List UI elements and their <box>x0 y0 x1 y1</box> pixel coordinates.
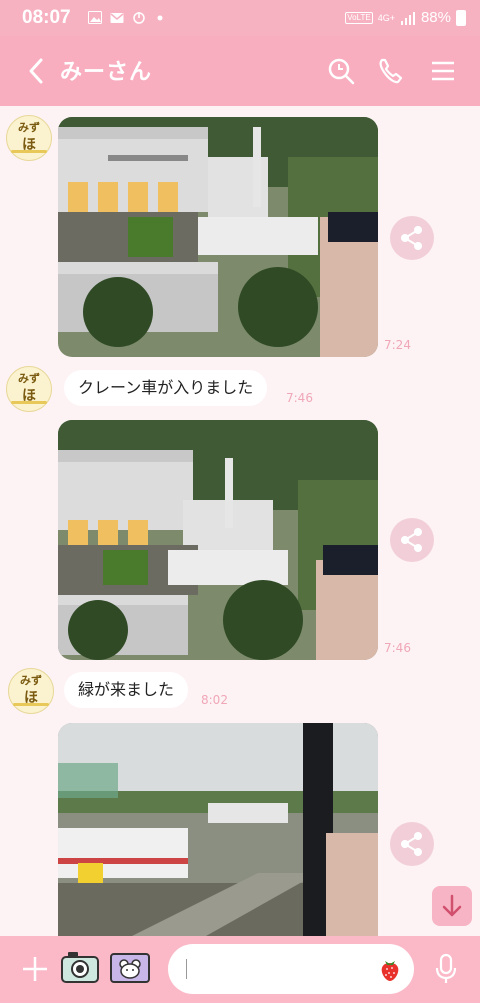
camera-icon[interactable] <box>60 950 100 984</box>
message-input-box[interactable] <box>168 944 414 994</box>
power-icon <box>133 12 145 24</box>
gallery-icon <box>88 11 102 24</box>
share-button[interactable] <box>390 518 434 562</box>
menu-icon[interactable] <box>428 56 458 86</box>
share-button[interactable] <box>390 216 434 260</box>
chat-area[interactable]: みず ほ 7:24 みず ほ クレーン車が入りました 7:46 7:46 みず … <box>0 106 480 936</box>
chat-title[interactable]: みーさん <box>60 54 152 86</box>
sticker-icon[interactable] <box>110 953 150 983</box>
volte-badge: VoLTE <box>345 11 373 24</box>
mail-icon <box>110 13 124 23</box>
timestamp: 7:46 <box>384 641 411 655</box>
depot-photo <box>58 117 378 357</box>
timestamp: 7:24 <box>384 338 411 352</box>
avatar[interactable]: みず ほ <box>6 366 52 412</box>
message-input[interactable] <box>182 954 376 986</box>
share-icon <box>401 226 422 250</box>
signal-icon <box>400 11 415 25</box>
share-button[interactable] <box>390 822 434 866</box>
timestamp: 8:02 <box>201 693 228 707</box>
photo-message[interactable] <box>58 420 378 660</box>
network-type: 4G+ <box>377 12 395 23</box>
status-bar: 08:07 VoLTE 4G+ 88% <box>0 0 480 36</box>
strawberry-emoji-icon[interactable] <box>376 955 404 983</box>
photo-message[interactable] <box>58 723 378 936</box>
text-message[interactable]: クレーン車が入りました <box>64 370 268 406</box>
input-bar <box>0 936 480 1003</box>
back-icon[interactable] <box>24 56 50 86</box>
chat-header: みーさん <box>0 36 480 106</box>
notification-icons <box>88 11 168 24</box>
battery-icon <box>456 9 466 26</box>
plus-icon[interactable] <box>20 954 50 984</box>
dot-icon <box>157 15 163 21</box>
share-icon <box>401 832 422 856</box>
scroll-down-button[interactable] <box>432 886 472 926</box>
share-icon <box>401 528 422 552</box>
battery-percent: 88% <box>420 9 451 26</box>
avatar[interactable]: みず ほ <box>6 115 52 161</box>
timestamp: 7:46 <box>286 391 313 405</box>
phone-icon[interactable] <box>376 56 406 86</box>
avatar[interactable]: みず ほ <box>8 668 54 714</box>
status-right: VoLTE 4G+ 88% <box>345 9 466 26</box>
text-message[interactable]: 緑が来ました <box>64 672 189 708</box>
search-icon[interactable] <box>326 56 356 86</box>
photo-message[interactable] <box>58 117 378 357</box>
status-time: 08:07 <box>22 7 71 28</box>
depot-photo <box>58 723 378 936</box>
microphone-icon[interactable] <box>432 953 460 985</box>
depot-photo <box>58 420 378 660</box>
arrow-down-icon <box>442 894 462 917</box>
